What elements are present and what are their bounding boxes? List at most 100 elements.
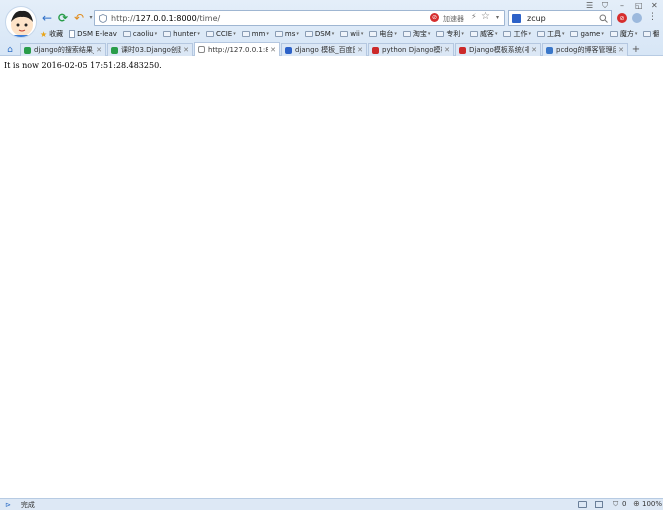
folder-icon: [609, 31, 618, 37]
bookmark-item[interactable]: game ▾: [570, 30, 604, 38]
bookmark-item[interactable]: DSM E-leav: [69, 30, 117, 38]
bookmark-item[interactable]: caoliu ▾: [122, 30, 157, 38]
tab-label: Django模板系统(非: [469, 46, 530, 54]
status-text: 完成: [20, 500, 35, 509]
bookmark-item[interactable]: wii ▾: [340, 30, 363, 38]
chevron-down-icon: ▾: [634, 31, 638, 37]
folder-icon: [436, 31, 445, 37]
browser-tab[interactable]: http://127.0.0.1:800✕: [194, 42, 280, 56]
bookmark-item[interactable]: DSM ▾: [304, 30, 335, 38]
chevron-down-icon: ▾: [461, 31, 464, 37]
bookmark-item[interactable]: 威客 ▾: [469, 29, 497, 39]
status-bar: ⊳ 完成 ⛉ 0 ⊕ 100%: [0, 498, 663, 510]
close-icon[interactable]: ✕: [531, 46, 537, 54]
lightning-icon[interactable]: ⚡: [471, 12, 477, 21]
close-icon[interactable]: ✕: [618, 46, 624, 54]
bookmark-item[interactable]: 专利 ▾: [436, 29, 464, 39]
bookmark-item[interactable]: CCIE ▾: [205, 30, 236, 38]
bookmark-item[interactable]: ms ▾: [274, 30, 299, 38]
adblock-icon[interactable]: ⊘: [430, 13, 439, 22]
new-tab-button[interactable]: +: [629, 43, 643, 56]
block-icon[interactable]: ⊘: [617, 13, 627, 23]
tab-label: python Django模板: [382, 46, 443, 54]
browser-tab[interactable]: Django模板系统(非 ✕: [455, 43, 541, 56]
chevron-down-icon: ▾: [528, 31, 531, 37]
minimize-button[interactable]: –: [620, 1, 624, 10]
folder-icon: [570, 31, 579, 37]
folder-icon: [122, 31, 131, 37]
chevron-down-icon: ▾: [394, 31, 397, 37]
adblock-counter: 0: [622, 500, 627, 508]
bookmarks-overflow-icon[interactable]: »: [652, 28, 657, 37]
tab-favicon-icon: [198, 46, 205, 53]
more-tools-icon[interactable]: ⋮: [648, 12, 657, 22]
tab-favicon-icon: [285, 46, 292, 54]
close-icon[interactable]: ✕: [357, 46, 363, 54]
tab-strip: ⌂ django的搜索结果_3 ✕ 课时03.Django创建 ✕ http://127…: [0, 42, 663, 56]
star-icon: ★: [40, 29, 48, 39]
bookmark-label: DSM: [314, 30, 331, 38]
search-box[interactable]: zcup: [508, 10, 612, 26]
screen-icon[interactable]: [578, 501, 587, 508]
browser-tab[interactable]: django的搜索结果_3 ✕: [20, 43, 106, 56]
chevron-down-icon: ▾: [360, 31, 364, 37]
accelerator-label[interactable]: 加速器: [443, 14, 464, 24]
adblock-counter-icon[interactable]: ⛉: [613, 500, 618, 509]
restore-button[interactable]: ◱: [635, 1, 643, 10]
bookmark-item[interactable]: 工具 ▾: [536, 29, 564, 39]
camera-icon[interactable]: [595, 501, 603, 508]
tab-favicon-icon: [459, 46, 466, 54]
search-input[interactable]: zcup: [527, 14, 546, 23]
sidebar-toggle-icon[interactable]: ⊳: [5, 501, 11, 509]
bookmark-item[interactable]: mm ▾: [241, 30, 269, 38]
folder-icon: [469, 31, 478, 37]
menu-icon[interactable]: ☰: [586, 1, 593, 10]
folder-icon: [369, 31, 378, 37]
bookmark-item[interactable]: 淘宝 ▾: [402, 29, 430, 39]
browser-tab[interactable]: python Django模板 ✕: [368, 43, 454, 56]
url-text[interactable]: http://127.0.0.1:8000/time/: [111, 14, 220, 23]
globe-icon[interactable]: [632, 13, 642, 23]
zoom-icon[interactable]: ⊕: [633, 499, 640, 508]
bookmark-label: 魔方: [619, 30, 634, 38]
bookmark-item[interactable]: ★ 收藏: [40, 29, 63, 39]
time-message: It is now 2016-02-05 17:51:28.483250.: [4, 61, 162, 70]
browser-tab[interactable]: pcdog的博客管理后 ✕: [542, 43, 628, 56]
tab-favicon-icon: [372, 46, 379, 54]
back-button[interactable]: ←: [40, 11, 54, 25]
bookmark-item[interactable]: 电台 ▾: [369, 29, 397, 39]
bookmark-item[interactable]: 工作 ▾: [503, 29, 531, 39]
refresh-button[interactable]: ⟳: [56, 11, 70, 25]
folder-icon: [402, 31, 411, 37]
zoom-level[interactable]: 100%: [642, 500, 662, 508]
tab-favicon-icon: [24, 46, 31, 54]
search-engine-icon[interactable]: [512, 13, 521, 23]
folder-icon: [304, 31, 313, 37]
bookmark-label: ms: [284, 30, 296, 38]
browser-tab[interactable]: 课时03.Django创建 ✕: [107, 43, 193, 56]
bookmark-item[interactable]: 魔方 ▾: [609, 29, 638, 39]
bookmark-label: CCIE: [215, 30, 233, 38]
bookmark-item[interactable]: hunter ▾: [163, 30, 200, 38]
close-icon[interactable]: ✕: [183, 46, 189, 54]
close-icon[interactable]: ✕: [96, 46, 102, 54]
bookmark-label: 工具: [546, 30, 561, 38]
security-shield-icon: [99, 14, 107, 23]
close-icon[interactable]: ✕: [270, 46, 276, 54]
close-button[interactable]: ✕: [651, 1, 658, 10]
address-dropdown-caret[interactable]: ▾: [496, 14, 499, 21]
home-icon[interactable]: ⌂: [0, 43, 20, 56]
bookmark-label: 收藏: [49, 30, 64, 38]
chevron-down-icon: ▾: [266, 31, 269, 37]
search-icon[interactable]: [599, 14, 608, 23]
bookmark-label: 淘宝: [412, 30, 427, 38]
favorite-star-icon[interactable]: ☆: [481, 11, 490, 22]
chevron-down-icon: ▾: [331, 31, 335, 37]
folder-icon: [643, 31, 652, 37]
avatar[interactable]: [5, 6, 37, 38]
close-icon[interactable]: ✕: [444, 46, 450, 54]
browser-tab[interactable]: django 模板_百度图 ✕: [281, 43, 367, 56]
folder-icon: [340, 31, 349, 37]
address-bar[interactable]: http://127.0.0.1:8000/time/ ⊘ 加速器 ⚡ ☆ ▾: [94, 10, 505, 26]
tab-label: django 模板_百度图: [295, 46, 356, 54]
